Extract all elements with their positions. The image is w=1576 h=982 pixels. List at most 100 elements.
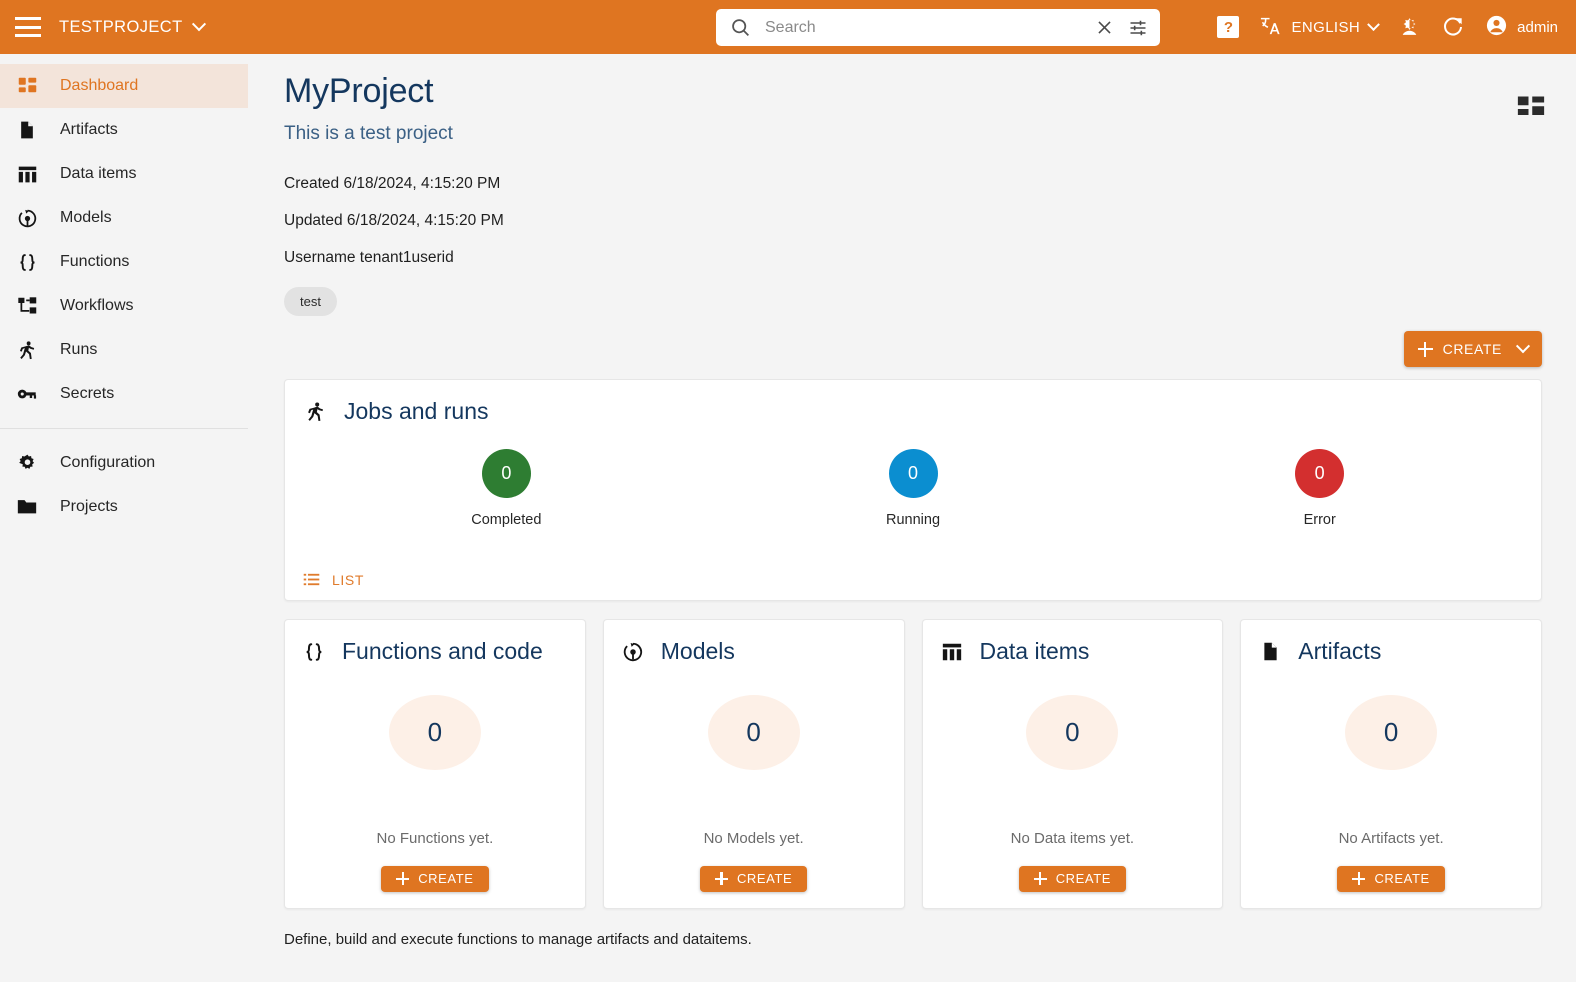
tile-title: Data items [979, 638, 1090, 664]
sidebar-item-label: Secrets [60, 385, 115, 402]
sidebar-item-label: Configuration [60, 454, 156, 471]
sidebar-item-projects[interactable]: Projects [0, 485, 248, 529]
tile-header: Models [620, 638, 735, 665]
tile-create-label: CREATE [1055, 871, 1112, 887]
sidebar-item-label: Models [60, 209, 112, 226]
runner-icon [303, 399, 329, 425]
refresh-icon[interactable] [1441, 15, 1465, 39]
create-button[interactable]: CREATE [1403, 331, 1542, 367]
tile-header: Functions and code [301, 638, 543, 665]
sidebar: Dashboard Artifacts Data items Models Fu… [0, 54, 248, 982]
sidebar-item-secrets[interactable]: Secrets [0, 372, 248, 416]
tile-create-label: CREATE [1374, 871, 1430, 887]
tile-title: Functions and code [342, 638, 543, 664]
sidebar-item-label: Workflows [60, 297, 134, 314]
search-input[interactable] [765, 18, 1095, 37]
language-selector[interactable]: ENGLISH [1259, 14, 1381, 41]
tile-models: Models 0 No Models yet. CREATE [602, 619, 905, 909]
chevron-down-icon [1515, 339, 1531, 354]
sidebar-item-dashboard[interactable]: Dashboard [0, 64, 248, 108]
username-label: admin [1517, 18, 1558, 36]
plus-icon [1417, 341, 1433, 357]
help-icon[interactable]: ? [1217, 16, 1240, 38]
runner-icon [15, 338, 39, 362]
tile-data-items: Data items 0 No Data items yet. CREATE [921, 619, 1224, 909]
close-icon[interactable] [1095, 18, 1114, 37]
jobs-list-link[interactable]: LIST [303, 571, 364, 588]
tile-artifacts: Artifacts 0 No Artifacts yet. CREATE [1240, 619, 1542, 909]
folder-icon [15, 495, 39, 519]
tile-functions: Functions and code 0 No Functions yet. C… [284, 619, 586, 909]
jobs-card-header: Jobs and runs [303, 398, 1523, 425]
sidebar-item-workflows[interactable]: Workflows [0, 284, 248, 328]
tag-chip[interactable]: test [284, 287, 337, 316]
tile-empty-text: No Functions yet. [376, 829, 494, 847]
account-circle-icon [1485, 14, 1508, 41]
dashboard-icon [15, 74, 39, 98]
tile-create-label: CREATE [736, 871, 793, 887]
sidebar-item-label: Dashboard [60, 77, 139, 94]
stat-running[interactable]: 0 Running [710, 449, 1117, 528]
sidebar-item-functions[interactable]: Functions [0, 240, 248, 284]
user-menu[interactable]: admin [1485, 14, 1558, 41]
tile-title: Artifacts [1298, 638, 1382, 664]
tile-title: Models [660, 638, 735, 664]
sidebar-item-label: Data items [60, 165, 137, 182]
stat-error[interactable]: 0 Error [1116, 449, 1523, 528]
project-switcher-label: TESTPROJECT [59, 17, 183, 36]
sidebar-item-runs[interactable]: Runs [0, 328, 248, 372]
sidebar-item-label: Projects [60, 498, 118, 515]
tile-count: 0 [388, 695, 481, 770]
file-icon [1257, 639, 1283, 665]
tune-filter-icon[interactable] [1128, 18, 1148, 38]
file-icon [15, 118, 39, 142]
tile-count: 0 [707, 695, 800, 770]
page-subtitle: This is a test project [284, 123, 453, 144]
stat-bubble: 0 [1295, 449, 1345, 498]
hamburger-menu-icon[interactable] [15, 17, 41, 37]
tile-header: Artifacts [1257, 638, 1381, 665]
project-switcher[interactable]: TESTPROJECT [59, 17, 206, 37]
stat-label: Error [1303, 512, 1336, 528]
page-title: MyProject [284, 72, 434, 110]
tile-empty-text: No Data items yet. [1010, 829, 1135, 847]
plus-icon [714, 872, 728, 886]
summary-tiles: Functions and code 0 No Functions yet. C… [284, 619, 1542, 909]
tile-create-button[interactable]: CREATE [381, 865, 489, 892]
chevron-down-icon [1367, 17, 1381, 31]
topbar-actions: ? ENGLISH admin [1217, 0, 1558, 54]
tile-create-label: CREATE [418, 871, 474, 887]
plus-icon [396, 872, 410, 886]
model-icon [15, 206, 39, 230]
stat-bubble: 0 [888, 449, 938, 498]
top-app-bar: TESTPROJECT ? [0, 0, 1576, 54]
braces-icon [15, 250, 39, 274]
sidebar-item-configuration[interactable]: Configuration [0, 441, 248, 485]
stat-completed[interactable]: 0 Completed [303, 449, 710, 528]
tile-empty-text: No Artifacts yet. [1338, 829, 1444, 847]
sidebar-item-artifacts[interactable]: Artifacts [0, 108, 248, 152]
sidebar-item-data-items[interactable]: Data items [0, 152, 248, 196]
sidebar-item-label: Runs [60, 341, 98, 358]
search-icon [730, 17, 751, 38]
stat-label: Completed [471, 512, 542, 528]
model-icon [620, 639, 646, 665]
tile-create-button[interactable]: CREATE [699, 865, 808, 892]
sidebar-divider [0, 428, 248, 429]
jobs-and-runs-card: Jobs and runs 0 Completed 0 Running 0 Er… [284, 379, 1542, 601]
create-button-row: CREATE [284, 331, 1542, 367]
search-bar[interactable] [716, 9, 1160, 46]
sidebar-item-label: Functions [60, 253, 130, 270]
tile-header: Data items [939, 638, 1090, 665]
stat-label: Running [886, 512, 941, 528]
tile-create-button[interactable]: CREATE [1337, 865, 1445, 892]
create-button-label: CREATE [1442, 341, 1502, 357]
grid-view-icon[interactable] [1516, 94, 1546, 124]
dark-mode-icon[interactable] [1398, 16, 1421, 39]
gear-icon [15, 451, 39, 475]
sidebar-item-models[interactable]: Models [0, 196, 248, 240]
workflow-icon [15, 294, 39, 318]
list-icon [303, 571, 320, 588]
created-meta: Created 6/18/2024, 4:15:20 PM [284, 175, 501, 192]
tile-create-button[interactable]: CREATE [1018, 865, 1127, 892]
